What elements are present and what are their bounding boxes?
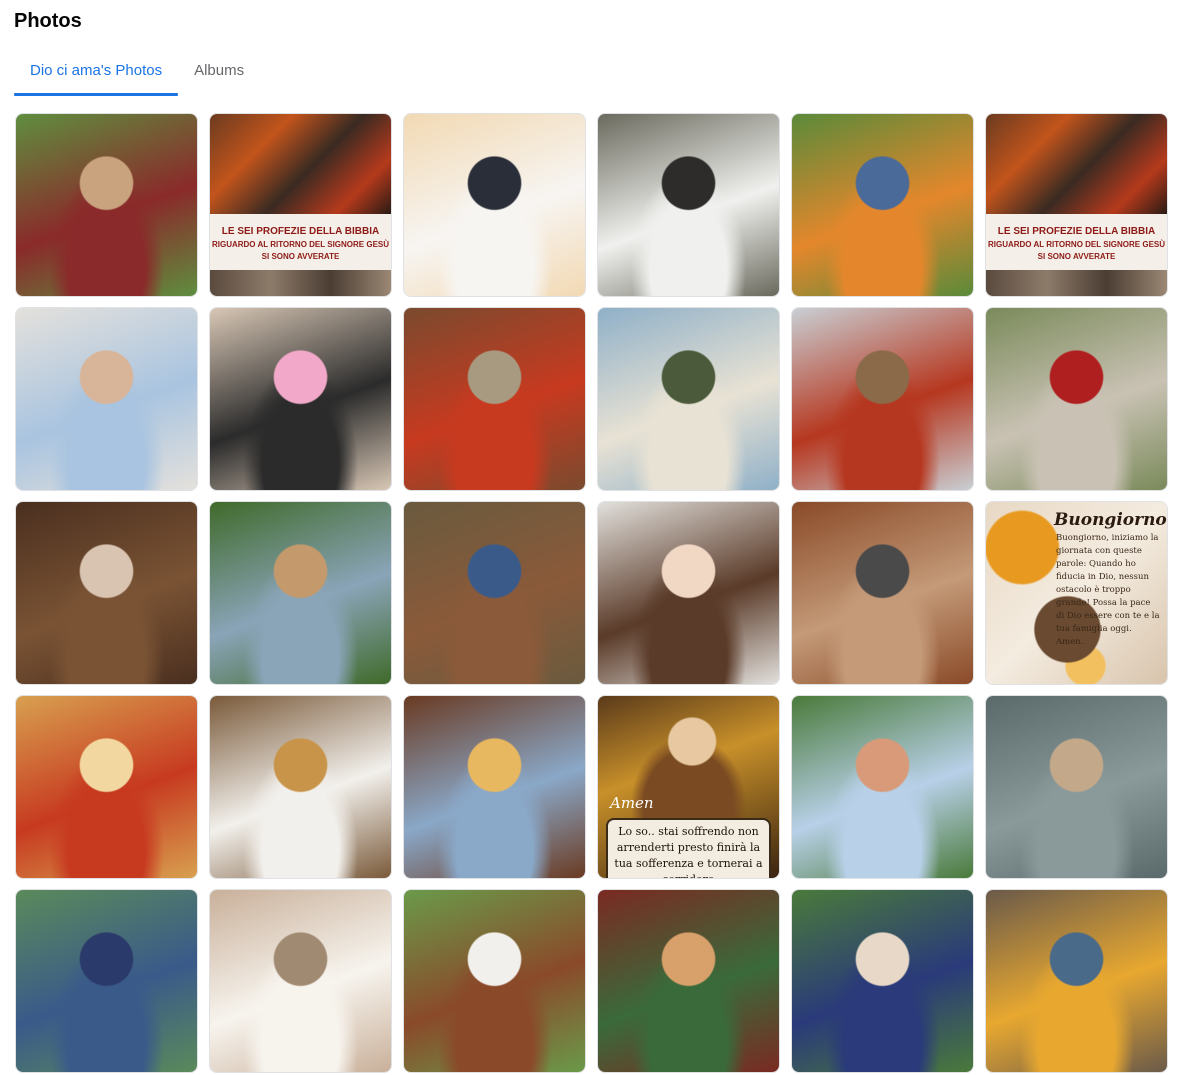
poster-crowd-image <box>986 270 1167 296</box>
photo-thumbnail[interactable] <box>791 113 974 297</box>
photos-tabs: Dio ci ama's Photos Albums <box>14 44 260 96</box>
poster-text: RIGUARDO AL RITORNO DEL SIGNORE GESÙ <box>211 240 390 249</box>
photo-image <box>598 890 779 1072</box>
photo-image <box>210 696 391 878</box>
poster-crowd-image <box>210 270 391 296</box>
photo-image <box>986 696 1167 878</box>
poster-text: SI SONO AVVERATE <box>1037 252 1116 261</box>
photo-image <box>986 308 1167 490</box>
photo-image <box>792 114 973 296</box>
photo-image <box>210 502 391 684</box>
photo-image <box>404 502 585 684</box>
photo-image <box>598 308 779 490</box>
photo-thumbnail[interactable] <box>209 889 392 1073</box>
photo-thumbnail[interactable] <box>403 113 586 297</box>
photo-thumbnail[interactable] <box>209 695 392 879</box>
photo-thumbnail[interactable] <box>403 695 586 879</box>
photo-image <box>792 308 973 490</box>
photo-image <box>404 696 585 878</box>
poster-text: RIGUARDO AL RITORNO DEL SIGNORE GESÙ <box>987 240 1166 249</box>
photo-thumbnail[interactable] <box>403 889 586 1073</box>
buongiorno-message: Buongiorno, iniziamo la giornata con que… <box>1056 533 1160 647</box>
photo-image <box>16 114 197 296</box>
photo-thumbnail[interactable] <box>597 307 780 491</box>
photo-image <box>404 114 585 296</box>
photo-image <box>986 890 1167 1072</box>
photo-thumbnail[interactable] <box>15 307 198 491</box>
photo-thumbnail[interactable] <box>15 113 198 297</box>
photo-image <box>598 114 779 296</box>
poster-image <box>986 114 1167 214</box>
photo-grid: LE SEI PROFEZIE DELLA BIBBIA RIGUARDO AL … <box>15 113 1168 1073</box>
photo-thumbnail[interactable] <box>15 889 198 1073</box>
photo-thumbnail[interactable] <box>791 307 974 491</box>
photo-image <box>792 890 973 1072</box>
photo-thumbnail[interactable] <box>597 889 780 1073</box>
photo-thumbnail[interactable] <box>985 307 1168 491</box>
buongiorno-title: Buongiorno <box>1054 510 1167 530</box>
photo-thumbnail[interactable] <box>209 501 392 685</box>
photo-image <box>16 308 197 490</box>
photo-thumbnail[interactable] <box>403 307 586 491</box>
photo-thumbnail[interactable]: LE SEI PROFEZIE DELLA BIBBIA RIGUARDO AL … <box>209 113 392 297</box>
photo-thumbnail[interactable] <box>985 889 1168 1073</box>
photo-thumbnail[interactable] <box>15 501 198 685</box>
photo-thumbnail[interactable] <box>403 501 586 685</box>
photo-thumbnail[interactable]: Amen Lo so.. stai soffrendo non arrendert… <box>597 695 780 879</box>
photo-thumbnail[interactable] <box>791 501 974 685</box>
padre-pio-message: Lo so.. stai soffrendo non arrenderti pr… <box>606 818 771 878</box>
photo-thumbnail[interactable] <box>597 501 780 685</box>
photo-image <box>210 890 391 1072</box>
photo-thumbnail[interactable] <box>985 695 1168 879</box>
poster-text: LE SEI PROFEZIE DELLA BIBBIA <box>997 226 1156 237</box>
photo-thumbnail[interactable] <box>791 695 974 879</box>
photo-thumbnail[interactable] <box>209 307 392 491</box>
photo-image <box>16 696 197 878</box>
photo-thumbnail[interactable]: LE SEI PROFEZIE DELLA BIBBIA RIGUARDO AL … <box>985 113 1168 297</box>
photo-image <box>210 308 391 490</box>
photo-image <box>792 502 973 684</box>
photo-image <box>792 696 973 878</box>
poster-text: LE SEI PROFEZIE DELLA BIBBIA <box>221 226 380 237</box>
tab-your-photos[interactable]: Dio ci ama's Photos <box>14 44 179 96</box>
photo-thumbnail[interactable]: Buongiorno Buongiorno, iniziamo la giorna… <box>985 501 1168 685</box>
page-title: Photos <box>14 10 82 32</box>
photo-image <box>404 890 585 1072</box>
poster-image <box>210 114 391 214</box>
photo-thumbnail[interactable] <box>597 113 780 297</box>
photo-image <box>16 502 197 684</box>
poster-text: SI SONO AVVERATE <box>261 252 340 261</box>
photo-image <box>16 890 197 1072</box>
photo-thumbnail[interactable] <box>791 889 974 1073</box>
tab-albums[interactable]: Albums <box>178 44 260 96</box>
amen-text: Amen <box>610 794 654 812</box>
photo-image <box>404 308 585 490</box>
photo-thumbnail[interactable] <box>15 695 198 879</box>
photo-image <box>598 502 779 684</box>
